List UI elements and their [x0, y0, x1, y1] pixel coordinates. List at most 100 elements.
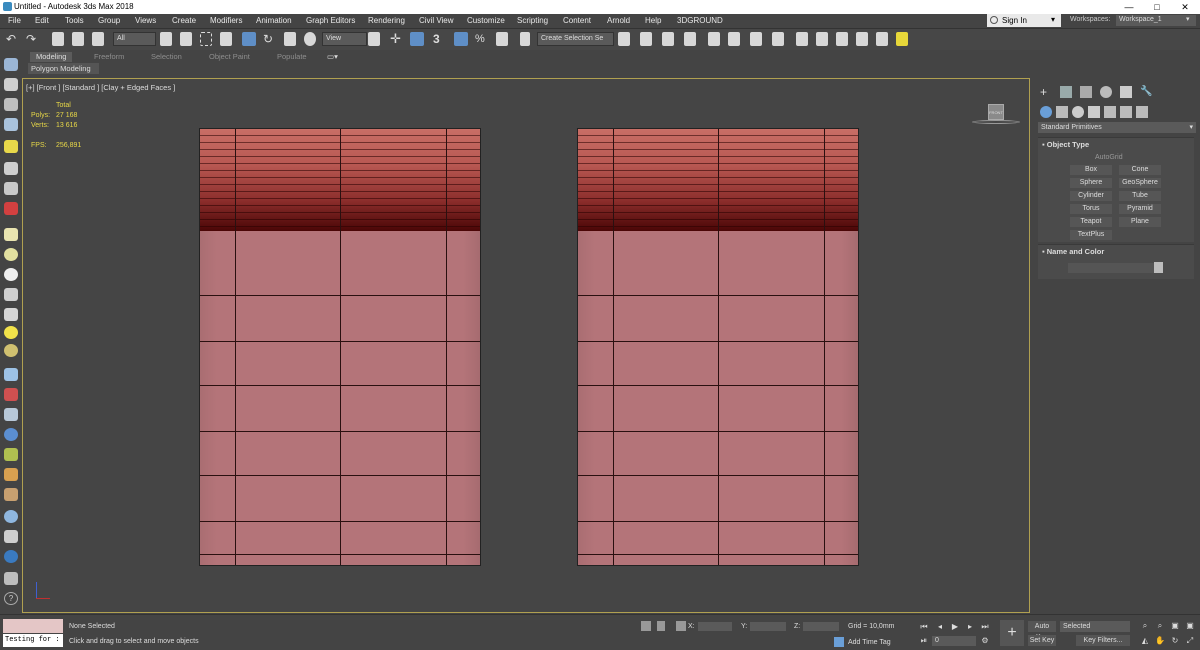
- key-mode-icon[interactable]: ⏯: [919, 636, 929, 645]
- hair-icon[interactable]: [4, 468, 18, 481]
- shapes-category-icon[interactable]: [1056, 106, 1068, 118]
- menu-group[interactable]: Group: [98, 16, 120, 25]
- maxscript-listener[interactable]: [3, 619, 63, 633]
- tube-button[interactable]: Tube: [1119, 191, 1161, 201]
- object-name-input[interactable]: [1068, 263, 1154, 273]
- sign-in-dropdown[interactable]: Sign In ▾: [987, 14, 1061, 27]
- box-button[interactable]: Box: [1070, 165, 1112, 175]
- maximize-viewport-icon[interactable]: ⤢: [1185, 636, 1195, 645]
- select-manipulate-icon[interactable]: ✛: [390, 32, 404, 46]
- rect-selection-icon[interactable]: [200, 32, 212, 46]
- select-object-icon[interactable]: [160, 32, 172, 46]
- hierarchy-tab-icon[interactable]: [1080, 86, 1092, 98]
- unlink-icon[interactable]: [72, 32, 84, 46]
- textplus-button[interactable]: TextPlus: [1070, 230, 1112, 240]
- edit-named-selection-icon[interactable]: [520, 32, 530, 46]
- angle-snap-icon[interactable]: [454, 32, 468, 46]
- cloth-icon[interactable]: [4, 488, 18, 501]
- cameras-category-icon[interactable]: [1088, 106, 1100, 118]
- goto-end-icon[interactable]: ⏭: [980, 622, 990, 631]
- redo-icon[interactable]: ↷: [26, 32, 40, 46]
- cone-button[interactable]: Cone: [1119, 165, 1161, 175]
- play-icon[interactable]: ▶: [950, 622, 960, 631]
- previous-frame-icon[interactable]: ◂: [935, 622, 945, 631]
- add-key-button[interactable]: +: [1000, 620, 1024, 646]
- box-icon[interactable]: [4, 78, 18, 91]
- key-filters-button[interactable]: Key Filters...: [1076, 635, 1130, 646]
- polygon-modeling-panel[interactable]: Polygon Modeling: [28, 63, 99, 74]
- minimize-button[interactable]: —: [1115, 0, 1143, 14]
- workspace-dropdown[interactable]: Workspace_1 ▾: [1116, 15, 1196, 26]
- link-icon[interactable]: [52, 32, 64, 46]
- goto-start-icon[interactable]: ⏮: [919, 622, 929, 631]
- helper-icon[interactable]: [4, 162, 18, 175]
- curtain-mesh-right[interactable]: [577, 128, 859, 566]
- orbit-icon[interactable]: ↻: [1170, 636, 1180, 645]
- sphere-icon[interactable]: [4, 248, 18, 261]
- teapot-button[interactable]: Teapot: [1070, 217, 1112, 227]
- pan-icon[interactable]: ✋: [1155, 636, 1165, 645]
- undo-icon[interactable]: ↶: [6, 32, 20, 46]
- absolute-mode-icon[interactable]: [676, 621, 686, 631]
- primitive-type-dropdown[interactable]: Standard Primitives ▾: [1038, 122, 1196, 133]
- geosphere-button[interactable]: GeoSphere: [1119, 178, 1161, 188]
- window-crossing-icon[interactable]: [220, 32, 232, 46]
- name-color-header[interactable]: ▪ Name and Color: [1042, 247, 1104, 256]
- placement-icon[interactable]: [304, 32, 316, 46]
- render-sphere-icon[interactable]: [4, 550, 18, 563]
- x-coordinate-input[interactable]: [698, 622, 732, 631]
- menu-arnold[interactable]: Arnold: [607, 16, 630, 25]
- render-cloud-icon[interactable]: [876, 32, 888, 46]
- particle-icon[interactable]: [4, 368, 18, 381]
- object-type-header[interactable]: ▪ Object Type: [1042, 140, 1089, 149]
- ref-coord-dropdown[interactable]: View: [322, 32, 367, 46]
- zoom-extents-icon[interactable]: ▣: [1170, 621, 1180, 630]
- tab-populate[interactable]: Populate: [277, 52, 307, 62]
- mirror-icon[interactable]: [618, 32, 630, 46]
- material-editor-icon[interactable]: [772, 32, 784, 46]
- layer-explorer-icon[interactable]: [684, 32, 696, 46]
- geometry-category-icon[interactable]: [1040, 106, 1052, 118]
- display-icon[interactable]: [4, 572, 18, 585]
- menu-views[interactable]: Views: [135, 16, 156, 25]
- scale-icon[interactable]: [284, 32, 296, 46]
- lights-category-icon[interactable]: [1072, 106, 1084, 118]
- next-frame-icon[interactable]: ▸: [965, 622, 975, 631]
- isolate-icon[interactable]: [641, 621, 651, 631]
- keyboard-shortcut-icon[interactable]: [410, 32, 424, 46]
- menu-3dground[interactable]: 3DGROUND: [677, 16, 723, 25]
- shape-icon[interactable]: [4, 58, 18, 71]
- view-cube-face[interactable]: FRONT: [988, 104, 1004, 120]
- zoom-all-icon[interactable]: ⌕: [1155, 621, 1165, 630]
- layer-icon[interactable]: [4, 98, 18, 111]
- scene-explorer-icon[interactable]: [662, 32, 674, 46]
- rotate-icon[interactable]: ↻: [263, 32, 277, 46]
- ribbon-options-icon[interactable]: ▭▾: [327, 52, 338, 62]
- utilities-tab-icon[interactable]: 🔧: [1140, 86, 1152, 98]
- tab-modeling[interactable]: Modeling: [30, 52, 73, 62]
- front-viewport[interactable]: [22, 78, 1030, 613]
- align-icon[interactable]: [640, 32, 652, 46]
- current-frame-input[interactable]: 0: [932, 636, 976, 646]
- menu-civil-view[interactable]: Civil View: [419, 16, 454, 25]
- display-tab-icon[interactable]: [1120, 86, 1132, 98]
- sphere-button[interactable]: Sphere: [1070, 178, 1112, 188]
- view-cube-ring[interactable]: [972, 120, 1020, 124]
- target-icon[interactable]: [4, 344, 18, 357]
- spinner-snap-icon[interactable]: [496, 32, 508, 46]
- atom-icon[interactable]: [4, 408, 18, 421]
- light-icon[interactable]: [4, 140, 18, 153]
- dynamics-icon[interactable]: [4, 388, 18, 401]
- curve-editor-icon[interactable]: [728, 32, 740, 46]
- rendered-frame-icon[interactable]: [816, 32, 828, 46]
- key-selection-dropdown[interactable]: Selected: [1060, 621, 1130, 632]
- named-selection-dropdown[interactable]: Create Selection Se: [537, 32, 614, 46]
- space-warp-icon[interactable]: [4, 182, 18, 195]
- sun-icon[interactable]: [4, 326, 18, 339]
- app-icon[interactable]: [3, 2, 12, 11]
- menu-edit[interactable]: Edit: [35, 16, 49, 25]
- tab-selection[interactable]: Selection: [151, 52, 182, 62]
- tab-freeform[interactable]: Freeform: [94, 52, 124, 62]
- percent-snap-icon[interactable]: %: [475, 32, 489, 46]
- menu-scripting[interactable]: Scripting: [517, 16, 548, 25]
